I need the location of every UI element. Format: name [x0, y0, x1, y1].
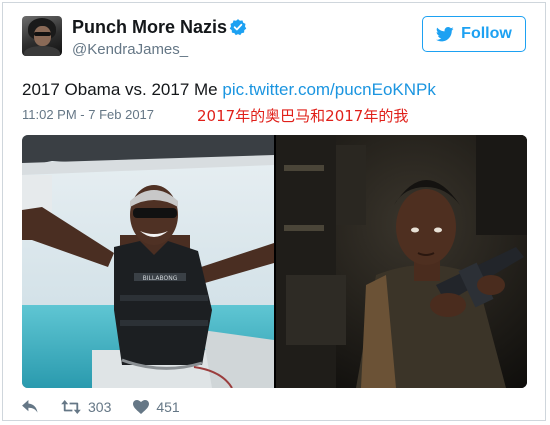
photo-left[interactable]: BILLABONG — [22, 135, 274, 388]
tweet-timestamp[interactable]: 11:02 PM - 7 Feb 2017 — [22, 107, 154, 122]
reply-button[interactable] — [22, 400, 39, 414]
tweet-media[interactable]: BILLABONG — [22, 135, 527, 388]
user-handle[interactable]: @KendraJames_ — [72, 41, 188, 58]
retweet-icon — [61, 400, 81, 414]
vest-text: BILLABONG — [143, 275, 178, 282]
display-name[interactable]: Punch More Nazis — [72, 17, 227, 38]
retweet-button[interactable]: 303 — [61, 399, 111, 415]
follow-button[interactable]: Follow — [422, 16, 526, 52]
tweet-actions: 303 451 — [22, 398, 202, 416]
heart-icon — [133, 400, 150, 414]
twitter-bird-icon — [436, 26, 454, 41]
like-button[interactable]: 451 — [133, 399, 180, 415]
like-count: 451 — [156, 399, 180, 415]
tweet-body: 2017 Obama vs. 2017 Me — [22, 80, 218, 99]
tweet-text: 2017 Obama vs. 2017 Me pic.twitter.com/p… — [22, 80, 436, 100]
tweet-media-link[interactable]: pic.twitter.com/pucnEoKNPk — [222, 80, 436, 99]
chinese-annotation: 2017年的奥巴马和2017年的我 — [197, 107, 409, 125]
avatar[interactable] — [22, 16, 62, 56]
retweet-count: 303 — [88, 399, 112, 415]
follow-button-label: Follow — [461, 25, 512, 42]
photo-right[interactable] — [276, 135, 527, 388]
reply-icon — [22, 400, 38, 413]
verified-badge-icon — [229, 19, 247, 36]
